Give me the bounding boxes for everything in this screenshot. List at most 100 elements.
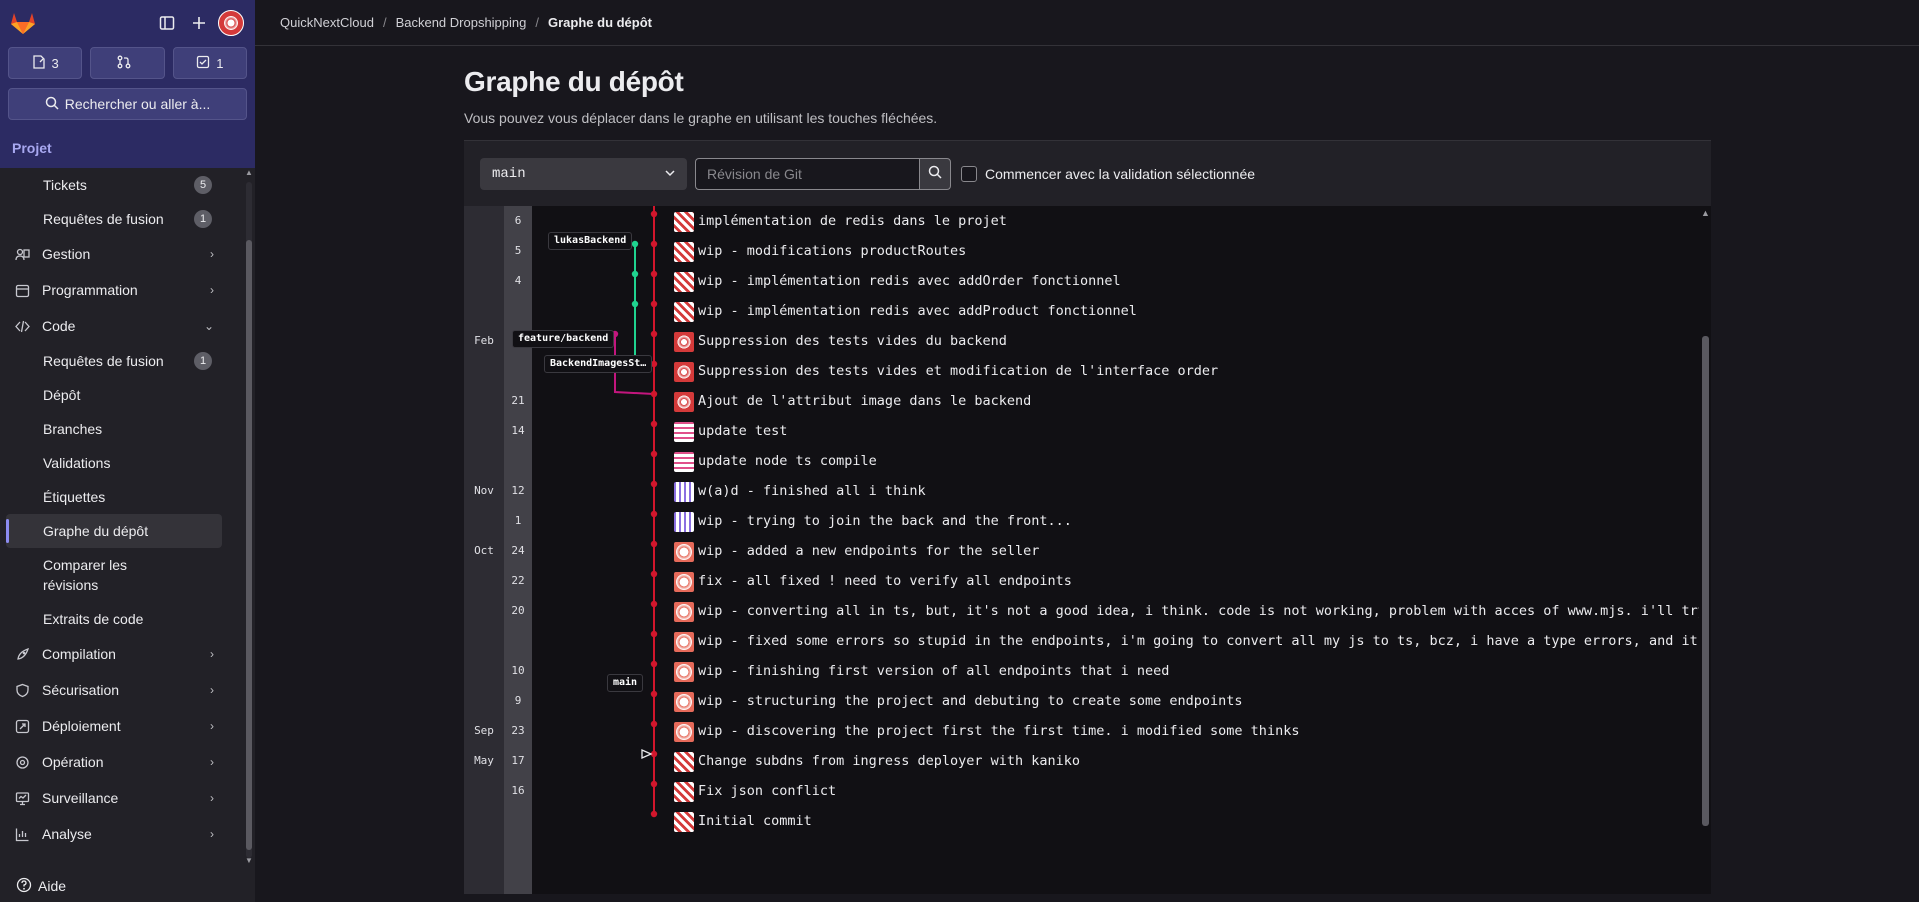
author-avatar[interactable] bbox=[674, 632, 694, 652]
breadcrumb-current[interactable]: Graphe du dépôt bbox=[548, 15, 652, 30]
sidebar-item-code-merge-requests[interactable]: Requêtes de fusion 1 bbox=[0, 344, 240, 378]
search-button[interactable]: Rechercher ou aller à... bbox=[8, 88, 247, 120]
sidebar-item-etiquettes[interactable]: Étiquettes bbox=[0, 480, 240, 514]
author-avatar[interactable] bbox=[674, 302, 694, 322]
repository-graph[interactable]: 6 implémentation de redis dans le projet 5… bbox=[464, 206, 1711, 894]
commit-row[interactable]: Oct 24 wip - added a new endpoints for the… bbox=[464, 536, 1699, 566]
commit-row[interactable]: wip - implémentation redis avec addProdu… bbox=[464, 296, 1699, 326]
merge-requests-count-button[interactable] bbox=[90, 47, 165, 79]
commit-message[interactable]: wip - structuring the project and debuti… bbox=[698, 686, 1243, 716]
commit-message[interactable]: Ajout de l'attribut image dans le backen… bbox=[698, 386, 1031, 416]
sidebar-item-code[interactable]: Code ⌄ bbox=[0, 308, 240, 344]
commit-message[interactable]: Fix json conflict bbox=[698, 776, 836, 806]
commit-message[interactable]: wip - discovering the project first the … bbox=[698, 716, 1299, 746]
commit-message[interactable]: Suppression des tests vides et modificat… bbox=[698, 356, 1218, 386]
scrollbar-thumb[interactable] bbox=[246, 240, 252, 850]
author-avatar[interactable] bbox=[674, 722, 694, 742]
ref-label-lukas[interactable]: lukasBackend bbox=[548, 232, 633, 250]
sidebar-item-tickets[interactable]: Tickets 5 bbox=[0, 168, 240, 202]
commit-row[interactable]: 9 wip - structuring the project and debut… bbox=[464, 686, 1699, 716]
commit-message[interactable]: fix - all fixed ! need to verify all end… bbox=[698, 566, 1072, 596]
commit-row[interactable]: May 17 Change subdns from ingress deployer… bbox=[464, 746, 1699, 776]
commit-row[interactable]: 20 wip - converting all in ts, but, it's … bbox=[464, 596, 1711, 626]
sidebar-item-securisation[interactable]: Sécurisation › bbox=[0, 672, 240, 708]
commit-row[interactable]: 4 wip - implémentation redis avec addOrde… bbox=[464, 266, 1699, 296]
issues-count-button[interactable]: 3 bbox=[8, 47, 83, 79]
commit-message[interactable]: wip - modifications productRoutes bbox=[698, 236, 966, 266]
commit-message[interactable]: wip - fixed some errors so stupid in the… bbox=[698, 626, 1711, 656]
sidebar-item-branches[interactable]: Branches bbox=[0, 412, 240, 446]
commit-row[interactable]: Initial commit bbox=[464, 806, 1699, 836]
breadcrumb-group[interactable]: QuickNextCloud bbox=[280, 15, 374, 30]
author-avatar[interactable] bbox=[674, 572, 694, 592]
revision-input[interactable] bbox=[695, 157, 919, 190]
todos-count-button[interactable]: 1 bbox=[172, 47, 247, 79]
help-link[interactable]: Aide bbox=[16, 872, 66, 900]
author-avatar[interactable] bbox=[674, 452, 694, 472]
commit-row[interactable]: 10 wip - finishing first version of all e… bbox=[464, 656, 1699, 686]
commit-row[interactable]: wip - fixed some errors so stupid in the… bbox=[464, 626, 1711, 656]
author-avatar[interactable] bbox=[674, 242, 694, 262]
sidebar-item-comparer[interactable]: Comparer les révisions bbox=[0, 548, 240, 602]
ref-label-images[interactable]: BackendImagesSt… bbox=[544, 355, 653, 373]
sidebar-item-surveillance[interactable]: Surveillance › bbox=[0, 780, 240, 816]
commit-message[interactable]: Initial commit bbox=[698, 806, 812, 836]
sidebar-item-validations[interactable]: Validations bbox=[0, 446, 240, 480]
author-avatar[interactable] bbox=[674, 422, 694, 442]
sidebar-scrollbar[interactable]: ▲ ▼ bbox=[245, 168, 253, 868]
graph-scrollbar-thumb[interactable] bbox=[1702, 336, 1709, 826]
ref-label-main[interactable]: main bbox=[607, 674, 644, 692]
commit-message[interactable]: wip - trying to join the back and the fr… bbox=[698, 506, 1072, 536]
author-avatar[interactable] bbox=[674, 512, 694, 532]
author-avatar[interactable] bbox=[674, 692, 694, 712]
scroll-down-icon[interactable]: ▼ bbox=[245, 856, 253, 865]
author-avatar[interactable] bbox=[674, 782, 694, 802]
sidebar-item-analyse[interactable]: Analyse › bbox=[0, 816, 240, 852]
toggle-sidebar-icon[interactable] bbox=[151, 8, 183, 38]
sidebar-item-extraits[interactable]: Extraits de code bbox=[0, 602, 240, 636]
commit-row[interactable]: 14 update test bbox=[464, 416, 1699, 446]
sidebar-item-merge-requests[interactable]: Requêtes de fusion 1 bbox=[0, 202, 240, 236]
commit-row[interactable]: 6 implémentation de redis dans le projet bbox=[464, 206, 1699, 236]
commit-message[interactable]: wip - finishing first version of all end… bbox=[698, 656, 1169, 686]
branch-dropdown[interactable]: main bbox=[480, 157, 687, 190]
commit-row[interactable]: 21 Ajout de l'attribut image dans le back… bbox=[464, 386, 1699, 416]
commit-row[interactable]: Feb Suppression des tests vides du backen… bbox=[464, 326, 1699, 356]
author-avatar[interactable] bbox=[674, 752, 694, 772]
commit-message[interactable]: Suppression des tests vides du backend bbox=[698, 326, 1007, 356]
commit-message[interactable]: wip - implémentation redis avec addProdu… bbox=[698, 296, 1137, 326]
ref-label-feature[interactable]: feature/backend bbox=[512, 330, 615, 348]
author-avatar[interactable] bbox=[674, 662, 694, 682]
start-with-selected-checkbox[interactable] bbox=[961, 165, 977, 182]
commit-message[interactable]: wip - implémentation redis avec addOrder… bbox=[698, 266, 1121, 296]
commit-message[interactable]: wip - added a new endpoints for the sell… bbox=[698, 536, 1039, 566]
commit-row[interactable]: Sep 23 wip - discovering the project first… bbox=[464, 716, 1699, 746]
commit-message[interactable]: update node ts compile bbox=[698, 446, 877, 476]
sidebar-item-graphe[interactable]: Graphe du dépôt bbox=[6, 514, 222, 548]
sidebar-item-compilation[interactable]: Compilation › bbox=[0, 636, 240, 672]
scroll-up-icon[interactable]: ▲ bbox=[245, 168, 253, 177]
breadcrumb-project[interactable]: Backend Dropshipping bbox=[396, 15, 527, 30]
commit-message[interactable]: w(a)d - finished all i think bbox=[698, 476, 926, 506]
sidebar-item-deploiement[interactable]: Déploiement › bbox=[0, 708, 240, 744]
author-avatar[interactable] bbox=[674, 362, 694, 382]
author-avatar[interactable] bbox=[674, 812, 694, 832]
author-avatar[interactable] bbox=[674, 272, 694, 292]
commit-message[interactable]: wip - converting all in ts, but, it's no… bbox=[698, 596, 1711, 626]
author-avatar[interactable] bbox=[674, 332, 694, 352]
sidebar-item-depot[interactable]: Dépôt bbox=[0, 378, 240, 412]
commit-message[interactable]: Change subdns from ingress deployer with… bbox=[698, 746, 1080, 776]
author-avatar[interactable] bbox=[674, 602, 694, 622]
author-avatar[interactable] bbox=[674, 542, 694, 562]
sidebar-item-operation[interactable]: Opération › bbox=[0, 744, 240, 780]
author-avatar[interactable] bbox=[674, 392, 694, 412]
plus-icon[interactable] bbox=[183, 8, 215, 38]
graph-scrollbar[interactable]: ▲ bbox=[1699, 206, 1711, 894]
sidebar-item-programmation[interactable]: Programmation › bbox=[0, 272, 240, 308]
author-avatar[interactable] bbox=[674, 212, 694, 232]
user-avatar[interactable] bbox=[215, 8, 247, 38]
gitlab-logo-icon[interactable] bbox=[8, 8, 38, 38]
sidebar-item-gestion[interactable]: Gestion › bbox=[0, 236, 240, 272]
scroll-up-icon[interactable]: ▲ bbox=[1701, 208, 1710, 218]
commit-message[interactable]: update test bbox=[698, 416, 787, 446]
